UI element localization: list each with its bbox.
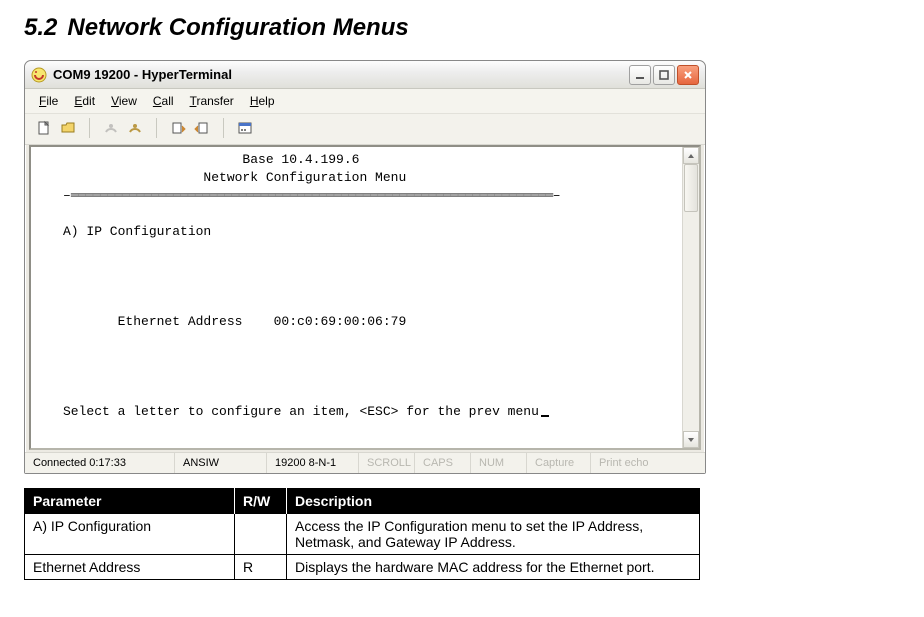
th-parameter: Parameter <box>25 489 235 514</box>
send-icon[interactable] <box>167 117 189 139</box>
toolbar <box>25 114 705 145</box>
section-heading: 5.2 Network Configuration Menus <box>24 14 900 42</box>
table-row: A) IP Configuration Access the IP Config… <box>25 514 700 555</box>
status-scroll: SCROLL <box>359 453 415 473</box>
scroll-up-icon[interactable] <box>683 147 699 164</box>
menu-help[interactable]: Help <box>244 93 281 109</box>
cell-rw: R <box>235 555 287 580</box>
scroll-thumb[interactable] <box>684 164 698 212</box>
status-emulation: ANSIW <box>175 453 267 473</box>
titlebar[interactable]: COM9 19200 - HyperTerminal <box>25 61 705 89</box>
terminal-cursor <box>541 415 549 417</box>
menu-call[interactable]: Call <box>147 93 180 109</box>
cell-desc: Displays the hardware MAC address for th… <box>287 555 700 580</box>
hyperterminal-window: COM9 19200 - HyperTerminal File Edit Vie… <box>24 60 706 474</box>
status-num: NUM <box>471 453 527 473</box>
status-printecho: Print echo <box>591 453 705 473</box>
section-title-text: Network Configuration Menus <box>67 14 408 41</box>
terminal-menu-line: Network Configuration Menu <box>63 170 406 185</box>
scrollbar[interactable] <box>682 147 699 448</box>
close-button[interactable] <box>677 65 699 85</box>
new-file-icon[interactable] <box>33 117 55 139</box>
terminal-rule: –═══════════════════════════════════════… <box>63 188 561 203</box>
window-controls <box>629 65 699 85</box>
terminal-area: Base 10.4.199.6 Network Configuration Me… <box>29 145 701 450</box>
th-rw: R/W <box>235 489 287 514</box>
app-icon <box>31 67 47 83</box>
cell-desc: Access the IP Configuration menu to set … <box>287 514 700 555</box>
terminal-prompt: Select a letter to configure an item, <E… <box>63 404 539 419</box>
terminal-output[interactable]: Base 10.4.199.6 Network Configuration Me… <box>31 147 682 448</box>
cell-rw <box>235 514 287 555</box>
th-desc: Description <box>287 489 700 514</box>
statusbar: Connected 0:17:33 ANSIW 19200 8-N-1 SCRO… <box>25 452 705 473</box>
status-settings: 19200 8-N-1 <box>267 453 359 473</box>
scroll-track[interactable] <box>683 164 699 431</box>
menubar: File Edit View Call Transfer Help <box>25 89 705 114</box>
maximize-button[interactable] <box>653 65 675 85</box>
window-title: COM9 19200 - HyperTerminal <box>53 67 232 82</box>
menu-transfer[interactable]: Transfer <box>184 93 240 109</box>
status-connected: Connected 0:17:33 <box>25 453 175 473</box>
menu-edit[interactable]: Edit <box>68 93 101 109</box>
status-capture: Capture <box>527 453 591 473</box>
cell-param: A) IP Configuration <box>25 514 235 555</box>
open-file-icon[interactable] <box>57 117 79 139</box>
minimize-button[interactable] <box>629 65 651 85</box>
disconnect-icon[interactable] <box>124 117 146 139</box>
cell-param: Ethernet Address <box>25 555 235 580</box>
terminal-option-a: A) IP Configuration <box>63 224 211 239</box>
status-caps: CAPS <box>415 453 471 473</box>
terminal-ethernet-line: Ethernet Address 00:c0:69:00:06:79 <box>63 314 406 329</box>
table-row: Ethernet Address R Displays the hardware… <box>25 555 700 580</box>
receive-icon[interactable] <box>191 117 213 139</box>
terminal-base-line: Base 10.4.199.6 <box>63 152 359 167</box>
menu-view[interactable]: View <box>105 93 143 109</box>
connect-icon[interactable] <box>100 117 122 139</box>
parameter-table: Parameter R/W Description A) IP Configur… <box>24 488 700 580</box>
section-number: 5.2 <box>24 14 57 41</box>
properties-icon[interactable] <box>234 117 256 139</box>
scroll-down-icon[interactable] <box>683 431 699 448</box>
menu-file[interactable]: File <box>33 93 64 109</box>
